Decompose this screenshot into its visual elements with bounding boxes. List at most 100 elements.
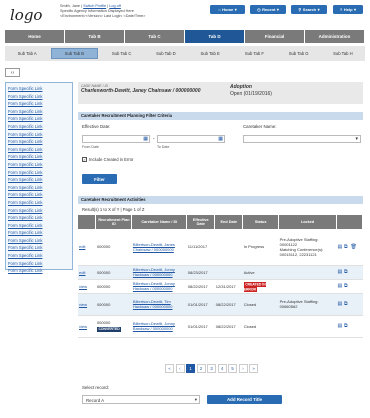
document-icon[interactable]: ▤: [338, 301, 343, 307]
effective-date: 01/01/2017: [186, 315, 215, 338]
copy-icon[interactable]: ⧉: [344, 244, 349, 250]
search-button[interactable]: ⚲ Search ▾: [291, 5, 327, 14]
row-action-link[interactable]: edit: [79, 270, 85, 275]
caretaker-link[interactable]: Biltertson-Dewitt, Janes Chainsaw / 0000…: [133, 242, 175, 252]
chevron-down-icon: ▾: [354, 7, 357, 12]
document-icon[interactable]: ▤: [338, 244, 343, 250]
delete-icon[interactable]: 🗑: [351, 244, 357, 250]
page-button[interactable]: »: [249, 364, 258, 373]
subtab-e[interactable]: Sub Tab E: [188, 46, 232, 61]
page-button[interactable]: 2: [196, 364, 206, 373]
tab-home[interactable]: Home: [5, 30, 65, 43]
page-button[interactable]: 5: [228, 364, 237, 373]
form-specific-link[interactable]: Form Specific Link: [8, 229, 70, 237]
document-icon[interactable]: ▤: [338, 269, 343, 275]
form-specific-link[interactable]: Form Specific Link: [8, 131, 70, 139]
form-specific-link[interactable]: Form Specific Link: [8, 146, 70, 154]
calendar-icon[interactable]: ▦: [218, 136, 223, 142]
checkbox-checked-icon[interactable]: ✓: [82, 157, 87, 162]
form-specific-link[interactable]: Form Specific Link: [8, 153, 70, 161]
tab-d[interactable]: Tab D: [185, 30, 245, 43]
form-specific-link[interactable]: Form Specific Link: [8, 191, 70, 199]
home-icon: ⌂: [218, 7, 221, 12]
caretaker-link[interactable]: Biltertson-Dewitt, Jonny Bandsaw / 00000…: [133, 321, 175, 331]
tab-c[interactable]: Tab C: [125, 30, 185, 43]
converted-badge: CONVERTED: [96, 326, 122, 332]
tab-b[interactable]: Tab B: [65, 30, 125, 43]
form-specific-link[interactable]: Form Specific Link: [8, 214, 70, 222]
page-button[interactable]: ‹: [175, 364, 185, 373]
caretaker-link[interactable]: Biltertson-Dewitt, Jonny Hacksaw / 00000…: [133, 281, 175, 291]
calendar-icon[interactable]: ▦: [143, 136, 148, 142]
subtab-f[interactable]: Sub Tab F: [232, 46, 276, 61]
form-specific-link[interactable]: Form Specific Link: [8, 100, 70, 108]
page-button[interactable]: «: [165, 364, 174, 373]
home-button[interactable]: ⌂ Home ▾: [210, 5, 245, 14]
subtab-d[interactable]: Sub Tab D: [144, 46, 188, 61]
document-icon[interactable]: ▤: [338, 323, 343, 329]
tab-administration[interactable]: Administration: [305, 30, 365, 43]
row-action-link[interactable]: view: [79, 284, 87, 289]
to-date-input[interactable]: ▦: [157, 135, 225, 143]
form-specific-link[interactable]: Form Specific Link: [8, 85, 70, 93]
col-caretaker[interactable]: Caretaker Name / ID: [131, 215, 188, 229]
plan-id: 000000: [96, 269, 111, 275]
user-info: Smith, Jane | Switch Profile | Log off S…: [60, 4, 190, 20]
form-specific-link[interactable]: Form Specific Link: [8, 176, 70, 184]
row-action-link[interactable]: view: [79, 324, 87, 329]
tab-financial[interactable]: Financial: [245, 30, 305, 43]
recent-button[interactable]: ◷ Recent ▾: [250, 5, 286, 14]
form-specific-link[interactable]: Form Specific Link: [8, 252, 70, 260]
form-specific-link[interactable]: Form Specific Link: [8, 244, 70, 252]
switch-profile-link[interactable]: Switch Profile: [83, 4, 106, 8]
subtab-g[interactable]: Sub Tab G: [277, 46, 321, 61]
row-action-link[interactable]: view: [79, 302, 87, 307]
form-specific-link[interactable]: Form Specific Link: [8, 267, 70, 275]
col-end-date[interactable]: End Date: [214, 215, 244, 229]
subtab-a[interactable]: Sub Tab A: [5, 46, 49, 61]
collapse-sidebar-button[interactable]: ‹›: [5, 68, 20, 77]
form-specific-link[interactable]: Form Specific Link: [8, 222, 70, 230]
include-error-checkbox[interactable]: ✓ Include Created in Error: [82, 157, 133, 162]
copy-icon[interactable]: ⧉: [344, 269, 349, 275]
filter-button[interactable]: Filter: [82, 174, 117, 184]
form-specific-link[interactable]: Form Specific Link: [8, 161, 70, 169]
caretaker-link[interactable]: Biltertson-Dewitt, Jonny Hacksaw / 00000…: [133, 267, 175, 277]
form-specific-link[interactable]: Form Specific Link: [8, 115, 70, 123]
form-specific-link[interactable]: Form Specific Link: [8, 138, 70, 146]
add-record-button[interactable]: Add Record Title: [207, 395, 282, 404]
subtab-c[interactable]: Sub Tab C: [100, 46, 144, 61]
table-row: view 000000 Biltertson-Dewitt, Jonny Hacks…: [78, 279, 363, 294]
document-icon[interactable]: ▤: [338, 283, 343, 289]
subtab-h[interactable]: Sub Tab H: [321, 46, 365, 61]
page-button[interactable]: 3: [207, 364, 216, 373]
from-date-input[interactable]: ▦: [82, 135, 150, 143]
form-specific-link[interactable]: Form Specific Link: [8, 237, 70, 245]
log-off-link[interactable]: Log off: [109, 4, 121, 8]
record-select[interactable]: Record A ▾: [82, 395, 200, 404]
page-button[interactable]: 4: [217, 364, 227, 373]
created-in-error-badge: CREATED IN ERROR: [243, 281, 266, 292]
form-specific-link[interactable]: Form Specific Link: [8, 184, 70, 192]
copy-icon[interactable]: ⧉: [344, 301, 349, 307]
caretaker-link[interactable]: Biltertson-Dewitt, Tim Hacksaw / 0000000…: [133, 299, 173, 309]
form-specific-link[interactable]: Form Specific Link: [8, 260, 70, 268]
form-specific-link[interactable]: Form Specific Link: [8, 123, 70, 131]
form-specific-link[interactable]: Form Specific Link: [8, 207, 70, 215]
col-effective-date[interactable]: Effective Date: [186, 215, 216, 229]
form-specific-link[interactable]: Form Specific Link: [8, 199, 70, 207]
copy-icon[interactable]: ⧉: [344, 323, 349, 329]
col-status[interactable]: Status: [242, 215, 280, 229]
subtab-b[interactable]: Sub Tab B: [51, 48, 98, 59]
form-specific-link[interactable]: Form Specific Link: [8, 93, 70, 101]
col-locked[interactable]: Locked: [278, 215, 337, 229]
col-plan-id[interactable]: Recruitment Plan ID: [95, 215, 133, 229]
caretaker-name-select[interactable]: ▾: [243, 135, 361, 143]
help-button[interactable]: ? Help ▾: [333, 5, 363, 14]
row-action-link[interactable]: edit: [79, 244, 85, 249]
page-button[interactable]: 1: [186, 364, 195, 373]
form-specific-link[interactable]: Form Specific Link: [8, 108, 70, 116]
form-specific-link[interactable]: Form Specific Link: [8, 169, 70, 177]
page-button[interactable]: ›: [238, 364, 248, 373]
copy-icon[interactable]: ⧉: [344, 283, 349, 289]
